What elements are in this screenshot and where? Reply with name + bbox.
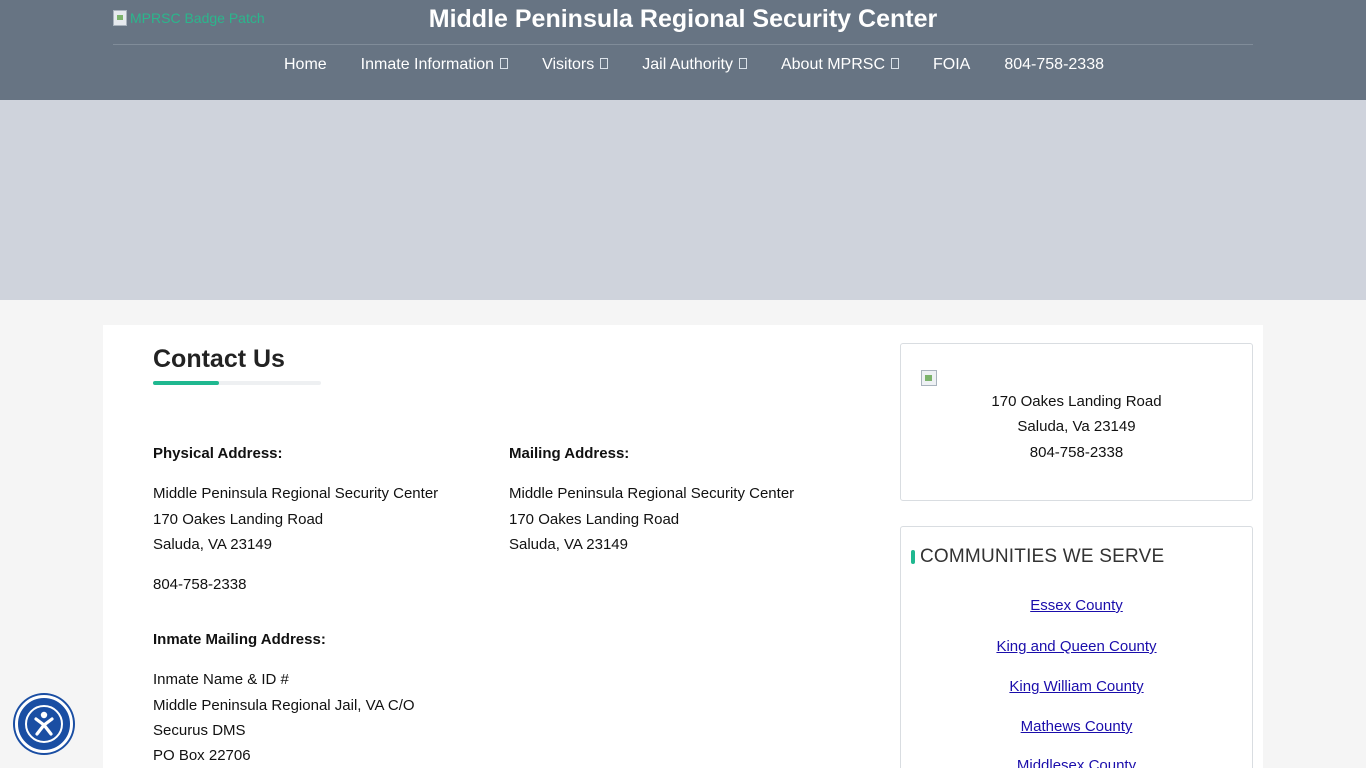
mailing-address-line: Middle Peninsula Regional Security Cente… [509, 485, 795, 502]
community-link-king-and-queen[interactable]: King and Queen County [900, 638, 1253, 655]
card-phone: 804-758-2338 [1029, 444, 1124, 461]
community-link-mathews[interactable]: Mathews County [900, 718, 1253, 735]
header-divider [113, 44, 1253, 45]
nav-inmate-information-label: Inmate Information [360, 56, 495, 73]
nav-about-mprsc-label: About MPRSC [780, 56, 886, 73]
accessibility-button[interactable] [15, 695, 73, 753]
nav-visitors-label: Visitors [542, 56, 595, 73]
inmate-mailing-line: Middle Peninsula Regional Jail, VA C/O [153, 697, 415, 714]
site-header: MPRSC Badge Patch Middle Peninsula Regio… [0, 0, 1366, 100]
physical-address-line: Saluda, VA 23149 [153, 536, 272, 553]
community-link-king-william[interactable]: King William County [900, 678, 1253, 695]
mailing-address-line: Saluda, VA 23149 [509, 536, 628, 553]
nav-phone-label: 804-758-2338 [1004, 56, 1104, 73]
nav-home-label: Home [283, 56, 327, 73]
nav-inmate-information[interactable]: Inmate Information [360, 56, 509, 74]
page-title: Contact Us [153, 345, 285, 373]
physical-address-line: 170 Oakes Landing Road [153, 511, 324, 528]
chevron-down-icon [600, 58, 609, 69]
nav-foia-label: FOIA [933, 56, 971, 73]
chevron-down-icon [500, 58, 509, 69]
nav-about-mprsc[interactable]: About MPRSC [780, 56, 900, 74]
communities-heading: COMMUNITIES WE SERVE [920, 546, 1165, 567]
nav-home[interactable]: Home [284, 56, 327, 74]
main-nav: Home Inmate Information Visitors Jail Au… [0, 56, 1366, 74]
inmate-mailing-line: Inmate Name & ID # [153, 671, 289, 688]
nav-foia[interactable]: FOIA [933, 56, 970, 74]
nav-visitors[interactable]: Visitors [542, 56, 609, 74]
inmate-mailing-line: PO Box 22706 [153, 747, 251, 764]
card-address-line: 170 Oakes Landing Road [991, 393, 1162, 410]
physical-address-label: Physical Address: [153, 445, 283, 462]
physical-phone: 804-758-2338 [153, 576, 247, 593]
title-underline [153, 381, 321, 385]
physical-address-line: Middle Peninsula Regional Security Cente… [153, 485, 439, 502]
inmate-mailing-line: Securus DMS [153, 722, 246, 739]
card-address-line: Saluda, Va 23149 [1017, 418, 1136, 435]
nav-jail-authority-label: Jail Authority [642, 56, 733, 73]
broken-image-icon [921, 370, 937, 386]
community-link-middlesex[interactable]: Middlesex County [900, 757, 1253, 768]
title-underline-accent [153, 381, 219, 385]
inmate-mailing-label: Inmate Mailing Address: [153, 631, 326, 648]
hero-banner [0, 100, 1366, 300]
chevron-down-icon [738, 58, 747, 69]
accessibility-icon [25, 705, 63, 743]
nav-jail-authority[interactable]: Jail Authority [642, 56, 747, 74]
mailing-address-label: Mailing Address: [509, 445, 630, 462]
nav-phone[interactable]: 804-758-2338 [1004, 56, 1104, 74]
chevron-down-icon [891, 58, 900, 69]
section-marker [911, 550, 915, 564]
community-link-essex[interactable]: Essex County [900, 597, 1253, 614]
mailing-address-line: 170 Oakes Landing Road [509, 511, 680, 528]
site-title: Middle Peninsula Regional Security Cente… [428, 5, 938, 33]
